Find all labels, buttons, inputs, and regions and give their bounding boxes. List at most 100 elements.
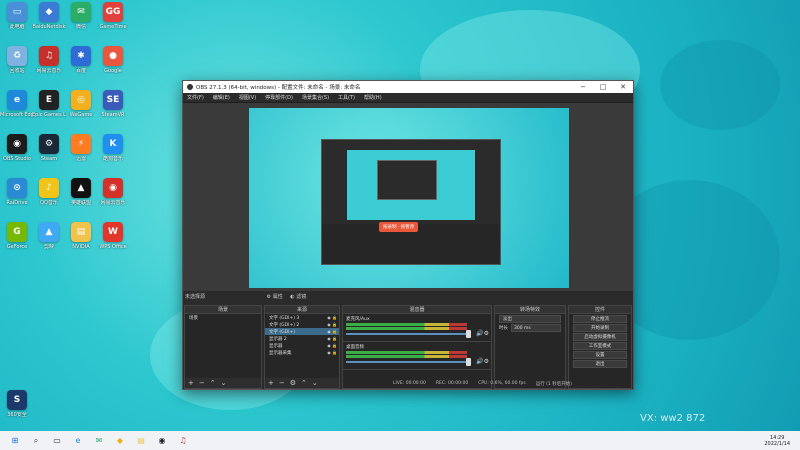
menu-item[interactable]: 停靠部件(D) — [265, 94, 293, 101]
desktop-shortcut[interactable]: ◆ BaiduNetdisk — [32, 2, 66, 40]
source-item[interactable]: 文字 (GDI+) ◉ 🔒 — [265, 328, 339, 335]
move-up-button[interactable]: ⌃ — [301, 379, 307, 387]
desktop-shortcut[interactable]: ◉ OBS Studio — [2, 134, 32, 172]
mixer-dock[interactable]: 混音器 麦克风/Aux 🔊 ⚙ 桌面音频 🔊 ⚙ — [342, 305, 492, 389]
control-button[interactable]: 启动虚拟摄像机 — [573, 333, 627, 341]
desktop-shortcut[interactable]: ✉ 微信 — [66, 2, 96, 40]
mixer-channel: 麦克风/Aux 🔊 ⚙ — [343, 314, 491, 342]
edge-icon[interactable]: e — [72, 435, 84, 447]
desktop-shortcut[interactable]: ◎ WeGame — [66, 90, 96, 128]
desktop-shortcut[interactable]: S 360安全 — [2, 390, 32, 428]
filters-button[interactable]: ◐ 滤镜 — [290, 294, 306, 300]
remove-source-button[interactable]: − — [279, 379, 285, 387]
desktop-shortcut[interactable]: e Microsoft Edge — [0, 90, 34, 128]
visibility-lock-icon[interactable]: ◉ 🔒 — [327, 350, 337, 355]
desktop-shortcut[interactable]: ◉ 网易云音乐 — [98, 178, 128, 216]
clock[interactable]: 14:29 2022/1/14 — [764, 435, 790, 447]
gear-icon[interactable]: ⚙ — [484, 330, 489, 337]
source-item[interactable]: 文字 (GDI+) 2 ◉ 🔒 — [265, 321, 339, 328]
close-button[interactable]: ✕ — [613, 83, 633, 91]
minimize-button[interactable]: − — [573, 83, 593, 91]
source-item[interactable]: 文字 (GDI+) 3 ◉ 🔒 — [265, 314, 339, 321]
source-selection-label: 未选择源 ⚙ 属性 ◐ 滤镜 — [185, 293, 306, 300]
control-button[interactable]: 开始录制 — [573, 324, 627, 332]
folder-icon: ▤ — [71, 222, 91, 242]
desktop-shortcut[interactable]: GG GameTime — [98, 2, 128, 40]
visibility-lock-icon[interactable]: ◉ 🔒 — [327, 329, 337, 334]
scene-item[interactable]: 场景 — [185, 314, 261, 321]
desktop-shortcut[interactable]: ♻ 回收站 — [2, 46, 32, 84]
obs-menubar: 文件(F) 编辑(E) 视图(V) 停靠部件(D) 场景集合(S) 工具(T) 帮助(H) — [183, 93, 633, 103]
obs-titlebar[interactable]: OBS 27.1.3 (64-bit, windows) - 配置文件: 未命名… — [183, 81, 633, 93]
control-button[interactable]: 设置 — [573, 351, 627, 359]
menu-item[interactable]: 工具(T) — [338, 94, 355, 101]
folder-icon[interactable]: ▤ — [135, 435, 147, 447]
desktop-shortcut[interactable]: ⚡ 迅雷 — [66, 134, 96, 172]
speaker-icon[interactable]: 🔊 — [476, 358, 483, 365]
windows-icon[interactable]: ⊞ — [9, 435, 21, 447]
desktop-shortcut[interactable]: G GeForce — [2, 222, 32, 260]
add-source-button[interactable]: + — [268, 379, 274, 387]
desktop-shortcut[interactable]: ⚙ Steam — [34, 134, 64, 172]
desktop-shortcut[interactable]: ● Google — [98, 46, 128, 84]
menu-item[interactable]: 文件(F) — [187, 94, 204, 101]
add-scene-button[interactable]: + — [188, 379, 194, 387]
remove-scene-button[interactable]: − — [199, 379, 205, 387]
desktop-shortcut[interactable]: ▤ NVIDIA — [66, 222, 96, 260]
search-icon[interactable]: ⌕ — [30, 435, 42, 447]
qqgame-icon[interactable]: ◆ — [114, 435, 126, 447]
control-button[interactable]: 工作室模式 — [573, 342, 627, 350]
move-down-button[interactable]: ⌄ — [312, 379, 318, 387]
speaker-icon[interactable]: 🔊 — [476, 330, 483, 337]
desktop-shortcut[interactable]: E Epic Games Launcher — [32, 90, 66, 128]
desktop-shortcut[interactable]: ▲ 剪映 — [34, 222, 64, 260]
menu-item[interactable]: 帮助(H) — [364, 94, 382, 101]
source-item[interactable]: 显示器采集 ◉ 🔒 — [265, 349, 339, 356]
netease-icon: ◉ — [103, 178, 123, 198]
control-button[interactable]: 退出 — [573, 360, 627, 368]
control-button[interactable]: 停止推流 — [573, 315, 627, 323]
desktop-shortcut[interactable]: W WPS Office — [98, 222, 128, 260]
obs-icon[interactable]: ◉ — [156, 435, 168, 447]
source-settings-icon[interactable]: ⚙ — [290, 379, 296, 387]
volume-knob[interactable] — [466, 358, 471, 366]
move-down-button[interactable]: ⌄ — [221, 379, 227, 387]
desktop-shortcut[interactable]: ♫ 网易云音乐 — [34, 46, 64, 84]
taskview-icon[interactable]: ▭ — [51, 435, 63, 447]
duration-field[interactable]: 300 ms — [511, 324, 561, 332]
transition-select[interactable]: 淡出 — [499, 315, 561, 323]
desktop-shortcut[interactable]: ♪ QQ音乐 — [34, 178, 64, 216]
desktop-shortcut[interactable]: SE SteamVR — [98, 90, 128, 128]
obs-window[interactable]: OBS 27.1.3 (64-bit, windows) - 配置文件: 未命名… — [182, 80, 634, 390]
desktop-shortcut[interactable]: ▲ 英雄联盟 — [66, 178, 96, 216]
menu-item[interactable]: 编辑(E) — [213, 94, 230, 101]
menu-item[interactable]: 场景集合(S) — [302, 94, 329, 101]
obs-preview[interactable]: 按录制 · 按暂停 — [183, 103, 633, 291]
menu-item[interactable]: 视图(V) — [239, 94, 256, 101]
visibility-lock-icon[interactable]: ◉ 🔒 — [327, 343, 337, 348]
duration-label: 时长 — [499, 326, 508, 331]
visibility-lock-icon[interactable]: ◉ 🔒 — [327, 322, 337, 327]
wechat-icon[interactable]: ✉ — [93, 435, 105, 447]
source-item[interactable]: 显示器 2 ◉ 🔒 — [265, 335, 339, 342]
visibility-lock-icon[interactable]: ◉ 🔒 — [327, 336, 337, 341]
volume-knob[interactable] — [466, 330, 471, 338]
desktop-shortcut[interactable]: ⊙ RaiDrive — [2, 178, 32, 216]
desktop-shortcut[interactable]: K 酷狗音乐 — [98, 134, 128, 172]
desktop-shortcut[interactable]: ▭ 此电脑 — [2, 2, 32, 40]
properties-button[interactable]: ⚙ 属性 — [267, 294, 283, 300]
sources-dock[interactable]: 来源 文字 (GDI+) 3 ◉ 🔒 文字 (GDI+) 2 ◉ 🔒 文字 (GDI+)… — [264, 305, 340, 389]
controls-dock[interactable]: 控件 停止推流 开始录制 启动虚拟摄像机 工作室模式 设置 退出 — [568, 305, 632, 389]
transitions-dock[interactable]: 转场特效 淡出 时长 300 ms — [494, 305, 566, 389]
desktop-shortcut[interactable]: ✱ 百度 — [66, 46, 96, 84]
volume-slider[interactable] — [346, 361, 467, 363]
move-up-button[interactable]: ⌃ — [210, 379, 216, 387]
gear-icon[interactable]: ⚙ — [484, 358, 489, 365]
netease-icon[interactable]: ♫ — [177, 435, 189, 447]
scenes-dock[interactable]: 场景 场景 + − ⌃ ⌄ — [184, 305, 262, 389]
source-item[interactable]: 显示器 ◉ 🔒 — [265, 342, 339, 349]
visibility-lock-icon[interactable]: ◉ 🔒 — [327, 315, 337, 320]
maximize-button[interactable]: □ — [593, 83, 613, 91]
level-meter — [346, 355, 467, 358]
volume-slider[interactable] — [346, 333, 467, 335]
